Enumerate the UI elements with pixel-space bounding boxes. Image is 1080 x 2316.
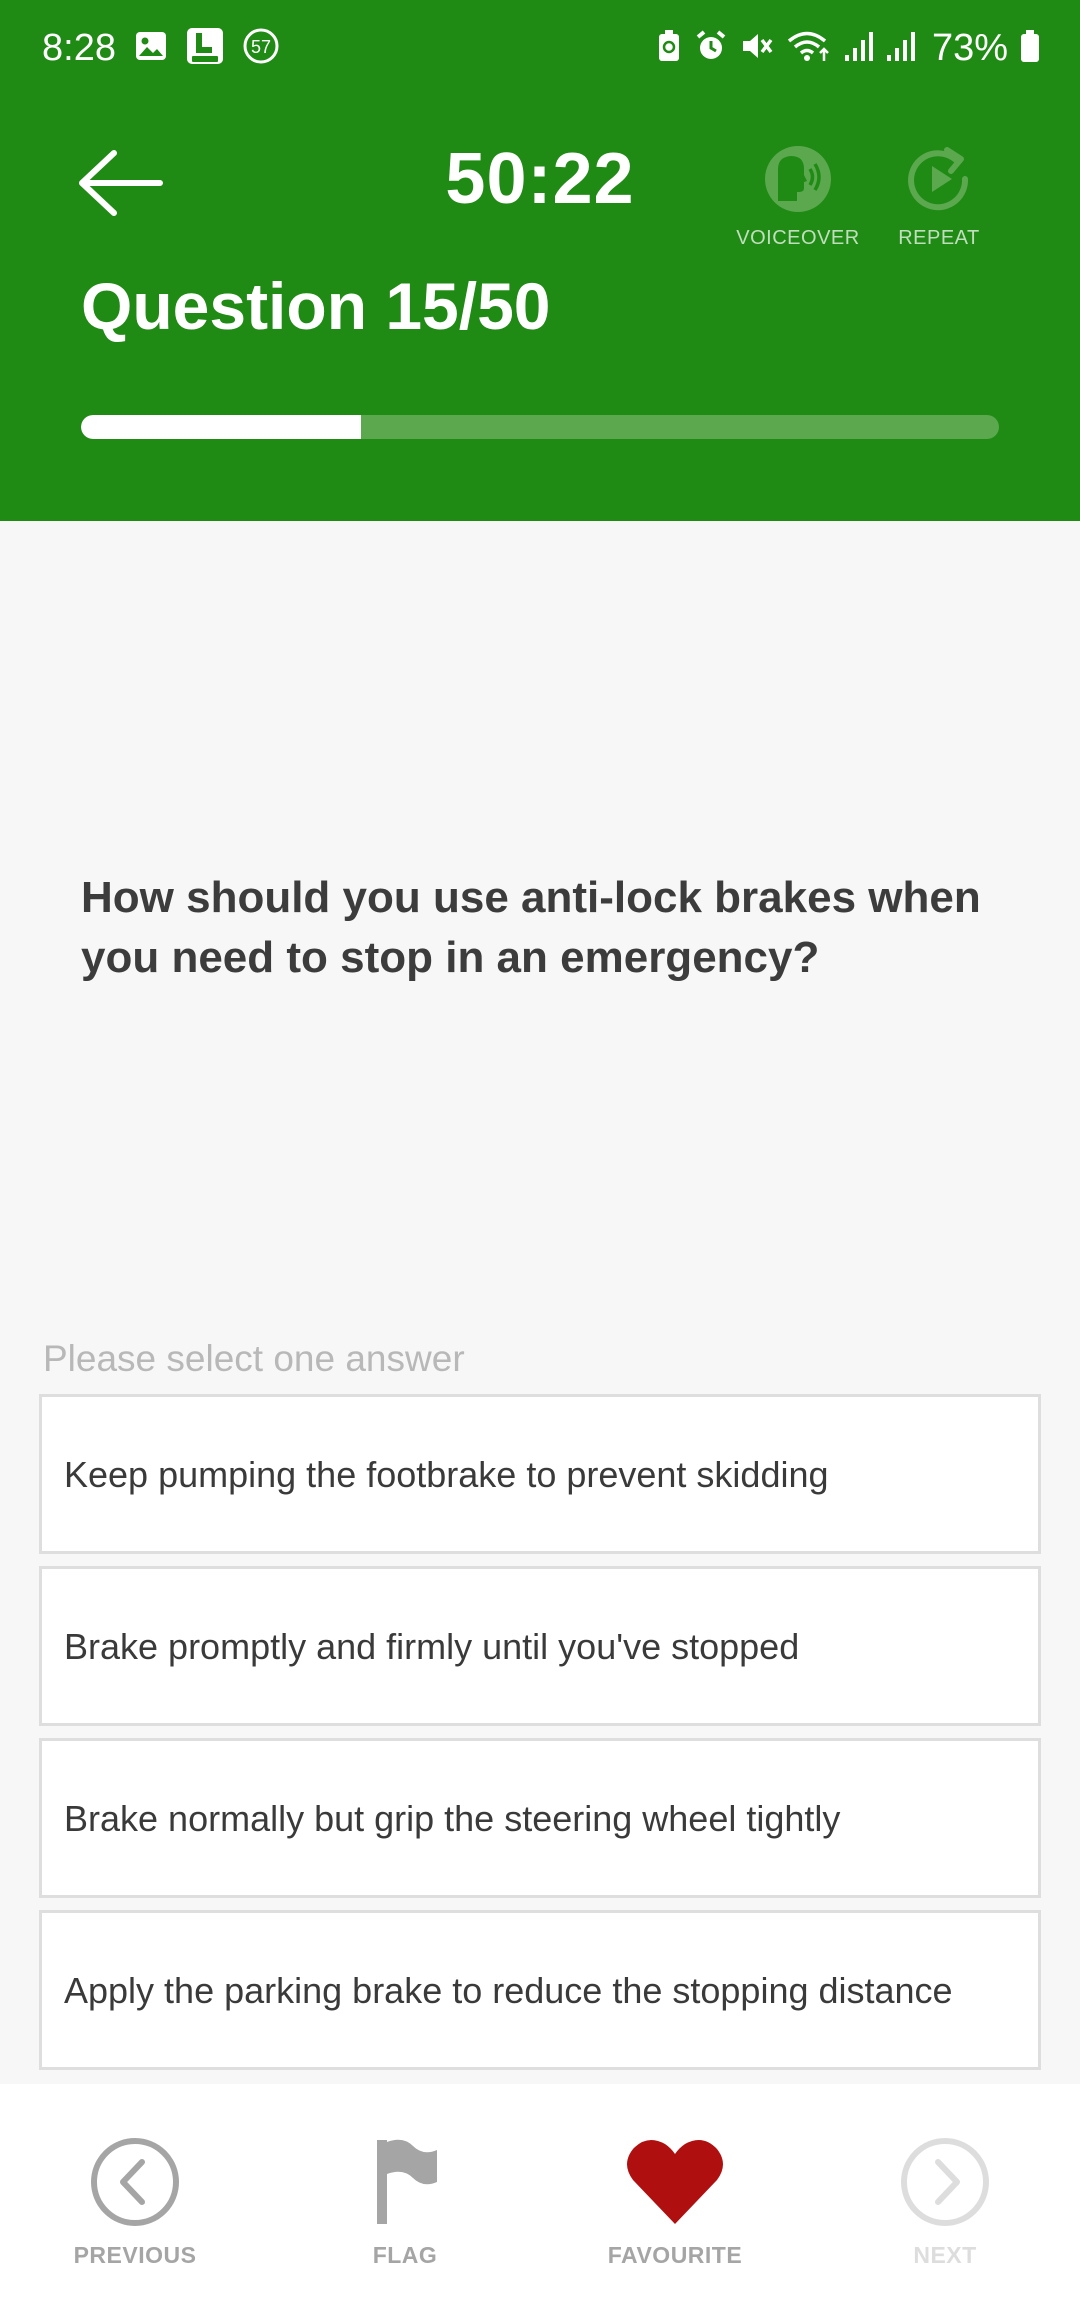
status-left: 8:28 57 bbox=[42, 27, 280, 70]
mute-icon bbox=[740, 29, 774, 68]
favourite-label: FAVOURITE bbox=[607, 2242, 743, 2268]
progress-bar bbox=[81, 415, 999, 439]
bottom-navigation: PREVIOUS FLAG FAVOURITE NEXT bbox=[0, 2084, 1080, 2316]
status-time: 8:28 bbox=[42, 26, 116, 69]
answer-option[interactable]: Brake promptly and firmly until you've s… bbox=[39, 1566, 1041, 1726]
badge-57-icon: 57 bbox=[242, 27, 280, 70]
voiceover-button[interactable]: VOICEOVER bbox=[728, 145, 868, 250]
voiceover-label: VOICEOVER bbox=[736, 227, 860, 249]
exam-timer: 50:22 bbox=[445, 139, 635, 219]
alarm-icon bbox=[694, 29, 728, 68]
progress-fill bbox=[81, 415, 361, 439]
answer-option[interactable]: Keep pumping the footbrake to prevent sk… bbox=[39, 1394, 1041, 1554]
flag-icon bbox=[377, 2139, 437, 2224]
wifi-icon bbox=[786, 29, 832, 68]
status-bar: 8:28 57 73% bbox=[0, 0, 1080, 96]
answer-option[interactable]: Apply the parking brake to reduce the st… bbox=[39, 1910, 1041, 2070]
quiz-header: 8:28 57 73% 50:22 VOICEOVER REPEAT Quest… bbox=[0, 0, 1080, 521]
battery-icon bbox=[1020, 29, 1040, 68]
4in1-app-icon bbox=[186, 27, 224, 70]
answer-instruction: Please select one answer bbox=[43, 1338, 465, 1379]
flag-button[interactable]: FLAG bbox=[305, 2136, 505, 2269]
battery-saver-icon bbox=[656, 29, 682, 68]
notification-count: 57 bbox=[251, 37, 271, 57]
status-right: 73% bbox=[656, 27, 1040, 70]
heart-icon bbox=[627, 2140, 723, 2224]
answer-option[interactable]: Brake normally but grip the steering whe… bbox=[39, 1738, 1041, 1898]
previous-label: PREVIOUS bbox=[73, 2242, 197, 2268]
signal-icon bbox=[844, 29, 874, 68]
repeat-label: REPEAT bbox=[898, 227, 980, 249]
question-counter: Question 15/50 bbox=[81, 269, 551, 343]
app-root: 8:28 57 73% 50:22 VOICEOVER REPEAT Quest… bbox=[0, 0, 1080, 2316]
replay-icon bbox=[908, 147, 969, 211]
arrow-left-icon bbox=[79, 150, 163, 216]
chevron-left-icon bbox=[91, 2138, 179, 2226]
signal-icon bbox=[886, 29, 916, 68]
gallery-icon bbox=[134, 29, 168, 68]
question-text: How should you use anti-lock brakes when… bbox=[81, 873, 981, 982]
repeat-button[interactable]: REPEAT bbox=[869, 145, 1009, 250]
next-button[interactable]: NEXT bbox=[845, 2136, 1045, 2269]
voiceover-icon bbox=[765, 146, 831, 212]
chevron-right-icon bbox=[901, 2138, 989, 2226]
answer-list: Keep pumping the footbrake to prevent sk… bbox=[39, 1394, 1041, 2082]
previous-button[interactable]: PREVIOUS bbox=[35, 2136, 235, 2269]
battery-percent: 73% bbox=[931, 26, 1008, 69]
next-label: NEXT bbox=[913, 2242, 977, 2268]
favourite-button[interactable]: FAVOURITE bbox=[575, 2136, 775, 2269]
flag-label: FLAG bbox=[372, 2242, 438, 2268]
back-button[interactable] bbox=[78, 140, 164, 226]
